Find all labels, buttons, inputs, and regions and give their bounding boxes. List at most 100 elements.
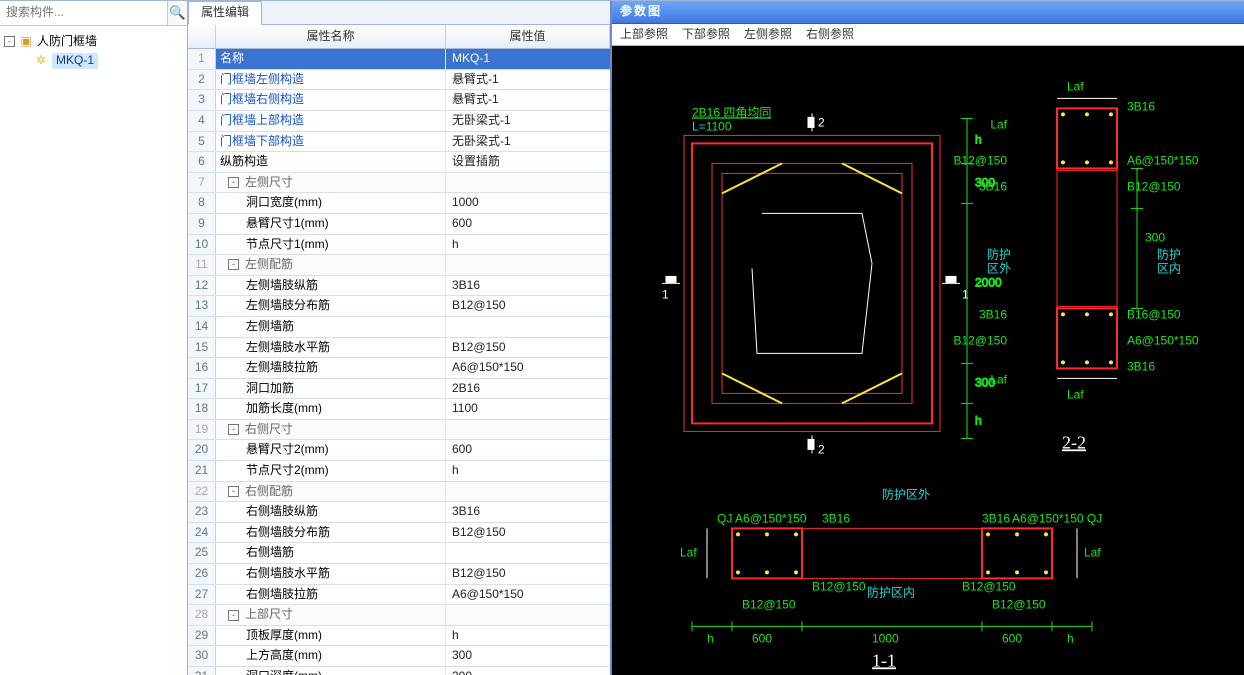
row-value[interactable]: h [446,461,610,481]
row-value[interactable]: B12@150 [446,523,610,543]
tree-child-row[interactable]: ✲ MKQ-1 [34,51,183,71]
collapse-icon[interactable]: - [228,259,239,270]
row-value[interactable]: 设置插筋 [446,152,610,172]
collapse-icon[interactable]: - [228,486,239,497]
grid-row[interactable]: 11-左侧配筋 [188,255,610,276]
grid-row[interactable]: 26右侧墙肢水平筋B12@150 [188,564,610,585]
row-value[interactable]: 600 [446,214,610,234]
grid-row[interactable]: 28-上部尺寸 [188,605,610,626]
collapse-icon[interactable]: - [228,177,239,188]
grid-row[interactable]: 7-左侧尺寸 [188,173,610,194]
grid-row[interactable]: 16左侧墙肢拉筋A6@150*150 [188,358,610,379]
grid-row[interactable]: 17洞口加筋2B16 [188,379,610,400]
grid-row[interactable]: 24右侧墙肢分布筋B12@150 [188,523,610,544]
row-value[interactable]: 1000 [446,193,610,213]
grid-row[interactable]: 2门框墙左侧构造悬臂式-1 [188,70,610,91]
grid-row[interactable]: 14左侧墙筋 [188,317,610,338]
row-value[interactable]: 3B16 [446,502,610,522]
row-number: 1 [188,49,216,69]
grid-body[interactable]: 1名称MKQ-12门框墙左侧构造悬臂式-13门框墙右侧构造悬臂式-14门框墙上部… [188,49,610,675]
row-value[interactable]: 悬臂式-1 [446,70,610,90]
row-value[interactable] [446,317,610,337]
row-value[interactable]: 悬臂式-1 [446,90,610,110]
row-value[interactable]: 300 [446,667,610,675]
row-name-cell: 门框墙左侧构造 [216,70,446,90]
grid-row[interactable]: 25右侧墙筋 [188,543,610,564]
row-name: 右侧墙肢分布筋 [246,525,330,541]
row-value[interactable]: 无卧梁式-1 [446,132,610,152]
row-number: 25 [188,543,216,563]
row-name-cell: 左侧墙肢纵筋 [216,276,446,296]
grid-row[interactable]: 30上方高度(mm)300 [188,646,610,667]
row-value[interactable]: A6@150*150 [446,358,610,378]
row-value[interactable]: 无卧梁式-1 [446,111,610,131]
diagram-canvas[interactable]: 1 1 2 2 2B16 四角均同 L=1100 h 300 2000 [612,46,1244,675]
search-button[interactable]: 🔍 [167,1,187,25]
row-value[interactable] [446,255,610,275]
diagram-tab[interactable]: 左侧参照 [744,27,792,43]
diagram-tab[interactable]: 上部参照 [620,27,668,43]
row-value[interactable]: B12@150 [446,564,610,584]
row-value[interactable]: 1100 [446,399,610,419]
grid-row[interactable]: 29顶板厚度(mm)h [188,626,610,647]
grid-row[interactable]: 10节点尺寸1(mm)h [188,235,610,256]
grid-row[interactable]: 1名称MKQ-1 [188,49,610,70]
search-input[interactable] [0,1,167,25]
row-name: 左侧墙筋 [246,319,294,335]
row-value[interactable]: 600 [446,440,610,460]
row-name: 左侧墙肢水平筋 [246,340,330,356]
grid-row[interactable]: 9悬臂尺寸1(mm)600 [188,214,610,235]
grid-row[interactable]: 21节点尺寸2(mm)h [188,461,610,482]
svg-text:Laf: Laf [1067,80,1084,94]
grid-row[interactable]: 6纵筋构造设置插筋 [188,152,610,173]
row-value[interactable]: A6@150*150 [446,585,610,605]
row-number: 8 [188,193,216,213]
grid-row[interactable]: 8洞口宽度(mm)1000 [188,193,610,214]
svg-text:2000: 2000 [975,276,1002,290]
grid-row[interactable]: 18加筋长度(mm)1100 [188,399,610,420]
grid-row[interactable]: 20悬臂尺寸2(mm)600 [188,440,610,461]
collapse-icon[interactable]: - [4,36,15,47]
grid-row[interactable]: 15左侧墙肢水平筋B12@150 [188,338,610,359]
grid-row[interactable]: 31洞口深度(mm)300 [188,667,610,675]
diagram-tab[interactable]: 下部参照 [682,27,730,43]
grid-row[interactable]: 23右侧墙肢纵筋3B16 [188,502,610,523]
tab-property-edit[interactable]: 属性编辑 [188,1,262,25]
row-value[interactable]: B12@150 [446,338,610,358]
tree-root-row[interactable]: - ▣ 人防门框墙 [4,32,183,52]
row-name: 左侧配筋 [245,257,293,273]
collapse-icon[interactable]: - [228,610,239,621]
grid-row[interactable]: 22-右侧配筋 [188,482,610,503]
row-value[interactable] [446,605,610,625]
row-value[interactable] [446,543,610,563]
row-name[interactable]: 门框墙下部构造 [220,134,304,150]
grid-row[interactable]: 12左侧墙肢纵筋3B16 [188,276,610,297]
row-name[interactable]: 门框墙右侧构造 [220,92,304,108]
svg-text:1000: 1000 [872,632,899,646]
grid-row[interactable]: 4门框墙上部构造无卧梁式-1 [188,111,610,132]
grid-row[interactable]: 3门框墙右侧构造悬臂式-1 [188,90,610,111]
row-value[interactable] [446,420,610,440]
grid-row[interactable]: 5门框墙下部构造无卧梁式-1 [188,132,610,153]
grid-row[interactable]: 27右侧墙肢拉筋A6@150*150 [188,585,610,606]
collapse-icon[interactable]: - [228,424,239,435]
diagram-tab[interactable]: 右侧参照 [806,27,854,43]
row-name-cell: 名称 [216,49,446,69]
row-name[interactable]: 门框墙上部构造 [220,113,304,129]
svg-text:B12@150: B12@150 [953,154,1007,168]
grid-row[interactable]: 19-右侧尺寸 [188,420,610,441]
row-value[interactable] [446,482,610,502]
row-name[interactable]: 门框墙左侧构造 [220,72,304,88]
row-value[interactable]: B12@150 [446,296,610,316]
svg-text:B16@150: B16@150 [1127,308,1181,322]
row-value[interactable]: h [446,626,610,646]
row-name-cell: 顶板厚度(mm) [216,626,446,646]
row-value[interactable]: 300 [446,646,610,666]
row-value[interactable]: MKQ-1 [446,49,610,69]
row-value[interactable] [446,173,610,193]
svg-text:3B16: 3B16 [979,180,1007,194]
row-value[interactable]: h [446,235,610,255]
row-value[interactable]: 3B16 [446,276,610,296]
grid-row[interactable]: 13左侧墙肢分布筋B12@150 [188,296,610,317]
row-value[interactable]: 2B16 [446,379,610,399]
